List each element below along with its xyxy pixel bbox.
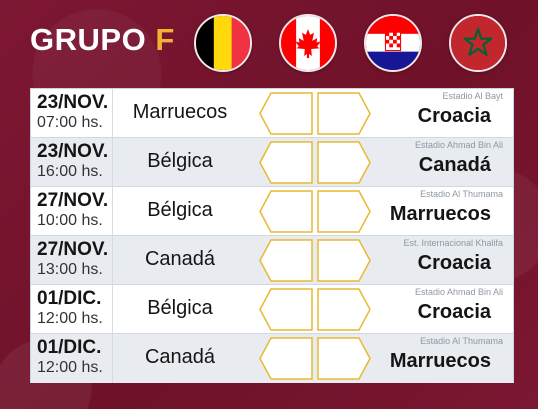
away-team: Croacia — [417, 252, 491, 274]
date-cell: 01/DIC. 12:00 hs. — [31, 334, 113, 383]
date-cell: 27/NOV. 10:00 hs. — [31, 187, 113, 235]
home-team: Bélgica — [147, 150, 213, 172]
match-time: 16:00 hs. — [37, 163, 103, 180]
match-date: 27/NOV. — [37, 239, 109, 260]
home-team: Bélgica — [147, 199, 213, 221]
match-date: 01/DIC. — [37, 337, 102, 358]
title-main: GRUPO — [30, 22, 147, 57]
venue-label: Estadio Al Thumama — [420, 336, 503, 346]
match-time: 07:00 hs. — [37, 114, 103, 131]
away-team: Canadá — [418, 154, 491, 176]
belgium-flag-icon — [194, 14, 252, 72]
venue-label: Estadio Al Bayt — [442, 91, 503, 101]
match-time: 10:00 hs. — [37, 212, 103, 229]
venue-label: Estadio Ahmad Bin Ali — [414, 287, 503, 297]
match-date: 23/NOV. — [37, 141, 109, 162]
croatia-flag-icon — [364, 14, 422, 72]
match-row-3: 27/NOV. 10:00 hs. Bélgica Estadio Al Thu… — [31, 187, 513, 236]
title-accent: F — [155, 22, 175, 57]
match-date: 27/NOV. — [37, 190, 109, 211]
header: GRUPO F — [0, 0, 538, 86]
match-date: 01/DIC. — [37, 288, 102, 309]
match-row-4: 27/NOV. 13:00 hs. Canadá Est. Internacio… — [31, 236, 513, 285]
home-team: Marruecos — [132, 101, 228, 123]
date-cell: 01/DIC. 12:00 hs. — [31, 285, 113, 333]
match-date: 23/NOV. — [37, 92, 109, 113]
away-team: Marruecos — [389, 203, 491, 225]
venue-label: Est. Internacional Khalifa — [403, 238, 503, 248]
home-team: Canadá — [144, 248, 216, 270]
away-team: Croacia — [417, 105, 491, 127]
date-cell: 23/NOV. 07:00 hs. — [31, 89, 113, 137]
away-team: Croacia — [417, 301, 491, 323]
page-title: GRUPO F — [30, 24, 175, 55]
date-cell: 27/NOV. 13:00 hs. — [31, 236, 113, 284]
match-row-5: 01/DIC. 12:00 hs. Bélgica Estadio Ahmad … — [31, 285, 513, 334]
match-row-6: 01/DIC. 12:00 hs. Canadá Estadio Al Thum… — [31, 334, 513, 383]
group-f-fixtures-page: GRUPO F 23/NOV. 07:00 hs. Marruecos Esta… — [0, 0, 538, 409]
away-team: Marruecos — [389, 350, 491, 372]
venue-label: Estadio Al Thumama — [420, 189, 503, 199]
home-team: Bélgica — [147, 297, 213, 319]
match-row-1: 23/NOV. 07:00 hs. Marruecos Estadio Al B… — [31, 89, 513, 138]
date-cell: 23/NOV. 16:00 hs. — [31, 138, 113, 186]
match-time: 12:00 hs. — [37, 359, 103, 376]
morocco-flag-icon — [449, 14, 507, 72]
match-table: 23/NOV. 07:00 hs. Marruecos Estadio Al B… — [30, 88, 514, 383]
match-time: 12:00 hs. — [37, 310, 103, 327]
match-time: 13:00 hs. — [37, 261, 103, 278]
match-row-2: 23/NOV. 16:00 hs. Bélgica Estadio Ahmad … — [31, 138, 513, 187]
venue-label: Estadio Ahmad Bin Ali — [414, 140, 503, 150]
canada-flag-icon — [279, 14, 337, 72]
home-team: Canadá — [144, 346, 216, 368]
